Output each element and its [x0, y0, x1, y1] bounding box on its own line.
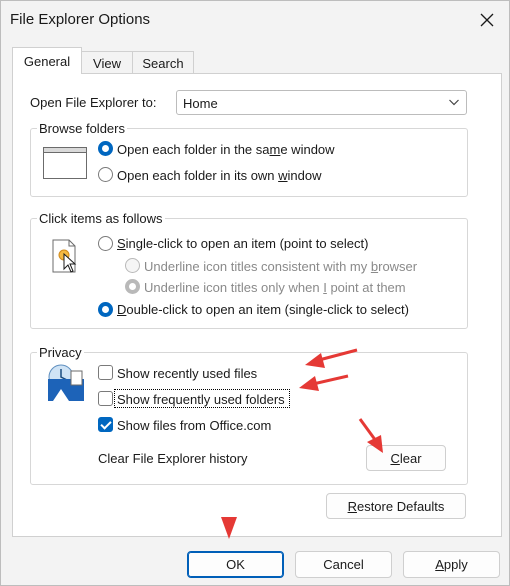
- arrow-to-ok-button: [221, 517, 237, 539]
- annotation-arrows: [221, 348, 383, 539]
- file-explorer-options-dialog: File Explorer Options General View Searc…: [0, 0, 510, 586]
- arrow-to-recent-files: [305, 348, 358, 368]
- tab-general[interactable]: General: [12, 47, 82, 74]
- arrow-to-frequent-folders: [299, 374, 349, 391]
- arrow-to-clear-button: [358, 418, 383, 453]
